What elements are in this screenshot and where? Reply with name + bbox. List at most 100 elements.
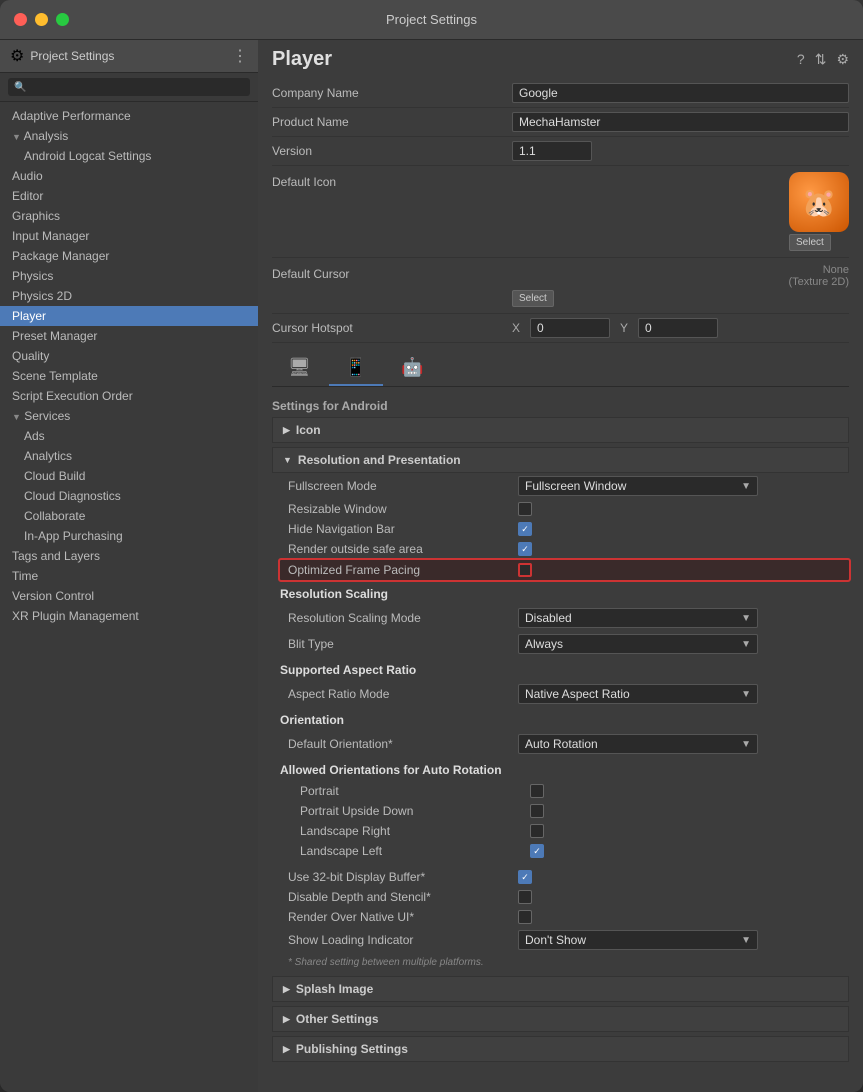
- chevron-down-icon: ▼: [12, 132, 21, 142]
- blit-type-dropdown[interactable]: Always ▼: [518, 634, 758, 654]
- layout-icon[interactable]: ⇅: [815, 51, 827, 68]
- splash-section-header[interactable]: ▶ Splash Image: [272, 976, 849, 1002]
- cursor-y-input[interactable]: [638, 318, 718, 338]
- cursor-hotspot-label: Cursor Hotspot: [272, 318, 512, 335]
- resolution-content: Fullscreen Mode Fullscreen Window ▼ Resi…: [272, 473, 849, 972]
- tab-android-tablet[interactable]: 📱: [329, 351, 383, 386]
- sidebar-item-package-manager[interactable]: Package Manager: [0, 246, 258, 266]
- display-buffer-checkbox[interactable]: [518, 870, 532, 884]
- hide-nav-checkbox[interactable]: [518, 522, 532, 536]
- tab-android[interactable]: 🤖: [385, 351, 439, 386]
- company-name-input[interactable]: [512, 83, 849, 103]
- tab-monitor[interactable]: 🖥: [272, 351, 327, 386]
- display-buffer-label: Use 32-bit Display Buffer*: [288, 870, 518, 884]
- close-button[interactable]: [14, 13, 27, 26]
- landscape-left-row: Landscape Left: [280, 841, 849, 861]
- product-name-row: Product Name: [272, 108, 849, 137]
- depth-stencil-value: [518, 890, 849, 904]
- loading-indicator-dropdown[interactable]: Don't Show ▼: [518, 930, 758, 950]
- icon-select-button[interactable]: Select: [789, 234, 831, 251]
- minimize-button[interactable]: [35, 13, 48, 26]
- icon-section-header[interactable]: ▶ Icon: [272, 417, 849, 443]
- sidebar-item-audio[interactable]: Audio: [0, 166, 258, 186]
- optimized-frame-value: [518, 563, 849, 577]
- sidebar-item-analysis[interactable]: ▼ Analysis: [0, 126, 258, 146]
- portrait-row: Portrait: [280, 781, 849, 801]
- depth-stencil-checkbox[interactable]: [518, 890, 532, 904]
- hide-nav-value: [518, 522, 849, 536]
- landscape-left-value: [530, 844, 849, 858]
- scaling-mode-dropdown[interactable]: Disabled ▼: [518, 608, 758, 628]
- help-icon[interactable]: ?: [797, 51, 805, 68]
- version-input[interactable]: [512, 141, 592, 161]
- landscape-right-value: [530, 824, 849, 838]
- panel-header: Player ? ⇅ ⚙: [258, 40, 863, 79]
- aspect-ratio-mode-row: Aspect Ratio Mode Native Aspect Ratio ▼: [280, 681, 849, 707]
- sidebar-item-quality[interactable]: Quality: [0, 346, 258, 366]
- icon-section-label: Icon: [296, 423, 321, 437]
- landscape-left-label: Landscape Left: [300, 844, 530, 858]
- render-native-value: [518, 910, 849, 924]
- allowed-orientations-label: Allowed Orientations for Auto Rotation: [280, 763, 502, 777]
- title-bar: Project Settings: [0, 0, 863, 40]
- publishing-header[interactable]: ▶ Publishing Settings: [272, 1036, 849, 1062]
- sidebar-item-cloud-build[interactable]: Cloud Build: [0, 466, 258, 486]
- sidebar-item-preset-manager[interactable]: Preset Manager: [0, 326, 258, 346]
- loading-indicator-label: Show Loading Indicator: [288, 933, 518, 947]
- sidebar-item-ads[interactable]: Ads: [0, 426, 258, 446]
- sidebar-item-analytics[interactable]: Analytics: [0, 446, 258, 466]
- aspect-ratio-dropdown[interactable]: Native Aspect Ratio ▼: [518, 684, 758, 704]
- sidebar-item-physics[interactable]: Physics: [0, 266, 258, 286]
- sidebar-item-services[interactable]: ▼ Services: [0, 406, 258, 426]
- sidebar-item-xr-plugin-management[interactable]: XR Plugin Management: [0, 606, 258, 626]
- sidebar-item-input-manager[interactable]: Input Manager: [0, 226, 258, 246]
- optimized-frame-checkbox[interactable]: [518, 563, 532, 577]
- orientation-dropdown[interactable]: Auto Rotation ▼: [518, 734, 758, 754]
- sidebar-item-in-app-purchasing[interactable]: In-App Purchasing: [0, 526, 258, 546]
- sidebar-item-android-logcat[interactable]: Android Logcat Settings: [0, 146, 258, 166]
- orientation-header: Orientation: [280, 707, 849, 731]
- orientation-dropdown-value: Auto Rotation: [525, 737, 598, 751]
- search-input[interactable]: [30, 81, 244, 93]
- sidebar-item-version-control[interactable]: Version Control: [0, 586, 258, 606]
- product-name-value: [512, 112, 849, 132]
- resolution-section-header[interactable]: ▼ Resolution and Presentation: [272, 447, 849, 473]
- cursor-select-button[interactable]: Select: [512, 290, 554, 307]
- cursor-x-input[interactable]: [530, 318, 610, 338]
- render-native-checkbox[interactable]: [518, 910, 532, 924]
- sidebar-item-physics-2d[interactable]: Physics 2D: [0, 286, 258, 306]
- maximize-button[interactable]: [56, 13, 69, 26]
- sidebar-item-graphics[interactable]: Graphics: [0, 206, 258, 226]
- portrait-upside-down-checkbox[interactable]: [530, 804, 544, 818]
- hide-nav-label: Hide Navigation Bar: [288, 522, 518, 536]
- sidebar-item-adaptive-performance[interactable]: Adaptive Performance: [0, 106, 258, 126]
- portrait-checkbox[interactable]: [530, 784, 544, 798]
- cursor-hotspot-row: Cursor Hotspot X Y: [272, 314, 849, 343]
- sidebar-item-tags-and-layers[interactable]: Tags and Layers: [0, 546, 258, 566]
- resizable-label: Resizable Window: [288, 502, 518, 516]
- resolution-section: ▼ Resolution and Presentation Fullscreen…: [272, 447, 849, 972]
- fullscreen-dropdown[interactable]: Fullscreen Window ▼: [518, 476, 758, 496]
- splash-arrow: ▶: [283, 984, 290, 995]
- sidebar-item-script-execution-order[interactable]: Script Execution Order: [0, 386, 258, 406]
- resizable-checkbox[interactable]: [518, 502, 532, 516]
- resizable-row: Resizable Window: [280, 499, 849, 519]
- blit-dropdown-arrow: ▼: [741, 639, 751, 650]
- sidebar-menu-icon[interactable]: ⋮: [232, 46, 248, 66]
- chevron-down-icon-services: ▼: [12, 412, 21, 422]
- sidebar-item-scene-template[interactable]: Scene Template: [0, 366, 258, 386]
- other-settings-header[interactable]: ▶ Other Settings: [272, 1006, 849, 1032]
- loading-indicator-row: Show Loading Indicator Don't Show ▼: [280, 927, 849, 953]
- sidebar-item-cloud-diagnostics[interactable]: Cloud Diagnostics: [0, 486, 258, 506]
- landscape-right-checkbox[interactable]: [530, 824, 544, 838]
- search-icon: 🔍: [14, 82, 26, 93]
- sidebar-item-time[interactable]: Time: [0, 566, 258, 586]
- landscape-left-checkbox[interactable]: [530, 844, 544, 858]
- scaling-mode-value: Disabled ▼: [518, 608, 849, 628]
- settings-icon[interactable]: ⚙: [836, 51, 849, 68]
- sidebar-item-player[interactable]: Player: [0, 306, 258, 326]
- sidebar-item-editor[interactable]: Editor: [0, 186, 258, 206]
- sidebar-item-collaborate[interactable]: Collaborate: [0, 506, 258, 526]
- render-safe-checkbox[interactable]: [518, 542, 532, 556]
- product-name-input[interactable]: [512, 112, 849, 132]
